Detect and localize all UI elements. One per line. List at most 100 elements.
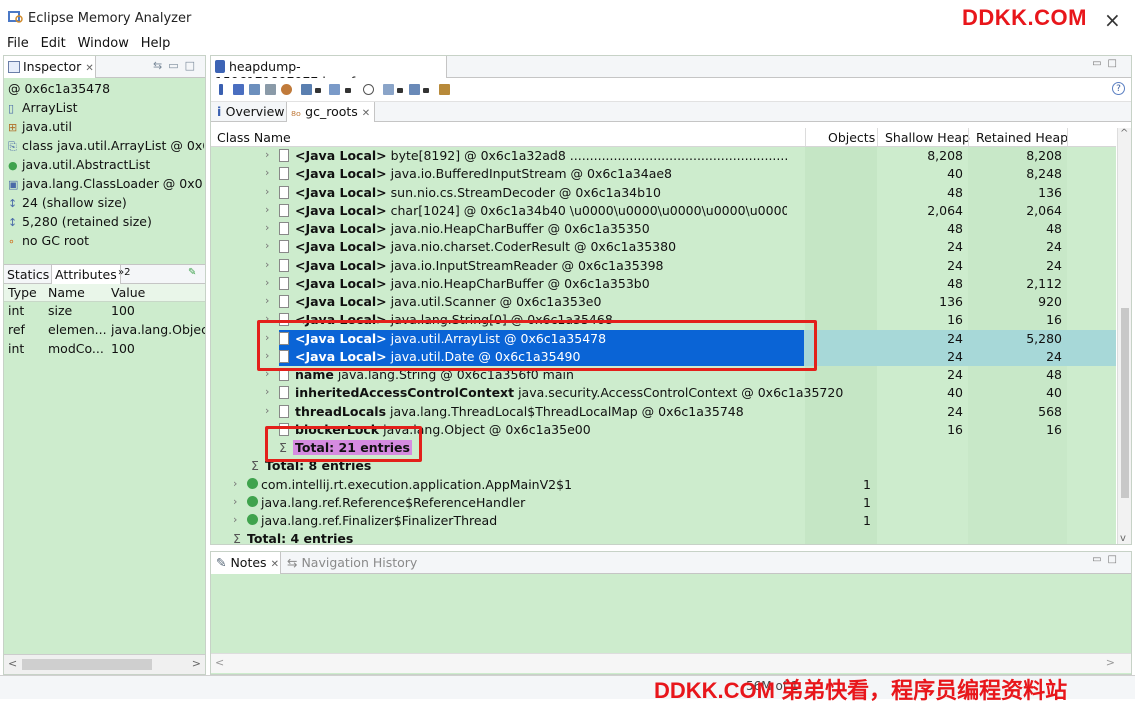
dropdown-icon[interactable]	[397, 88, 403, 93]
dominator-tree-icon[interactable]	[249, 84, 260, 95]
scroll-down-icon[interactable]: v	[1120, 533, 1126, 544]
object-icon	[279, 167, 289, 181]
notes-hscrollbar[interactable]: < >	[211, 653, 1131, 673]
classloader[interactable]: ▣ java.lang.ClassLoader @ 0x0	[8, 176, 204, 191]
tab-inspector[interactable]: Inspector ✕	[4, 56, 96, 78]
table-row[interactable]: › <Java Local> java.util.Scanner @ 0x6c1a…	[211, 293, 1116, 311]
inspector-hscrollbar[interactable]: < >	[4, 654, 205, 674]
notes-tab-label: Notes	[230, 555, 267, 570]
tab-overview[interactable]: i Overview	[213, 102, 289, 122]
close-icon[interactable]: ×	[1104, 8, 1121, 32]
table-row[interactable]: › threadLocals java.lang.ThreadLocal$Thre…	[211, 403, 1116, 421]
col-shallow-heap[interactable]: Shallow Heap	[885, 130, 970, 145]
table-row[interactable]: › <Java Local> java.nio.HeapCharBuffer @ …	[211, 220, 1116, 238]
info-icon[interactable]	[219, 84, 223, 95]
expand-chevron-icon[interactable]: ›	[233, 513, 237, 526]
expand-chevron-icon[interactable]: ›	[265, 203, 269, 216]
attribute-row[interactable]: ref elemen... java.lang.Object	[4, 322, 205, 341]
expand-chevron-icon[interactable]: ›	[265, 185, 269, 198]
table-row[interactable]: › <Java Local> char[1024] @ 0x6c1a34b40 \…	[211, 202, 1116, 220]
calculate-retained-icon[interactable]	[439, 84, 450, 95]
column-divider[interactable]	[877, 128, 878, 146]
table-row[interactable]: › inheritedAccessControlContext java.secu…	[211, 384, 1116, 402]
inspector-view-tools[interactable]: ⇆▭□	[153, 59, 201, 72]
oql-icon[interactable]	[265, 84, 276, 95]
table-row[interactable]: › java.lang.ref.Finalizer$FinalizerThread…	[211, 512, 1116, 530]
scroll-right-icon[interactable]: >	[1106, 656, 1115, 669]
table-row[interactable]: › <Java Local> java.io.BufferedInputStrea…	[211, 165, 1116, 183]
expand-chevron-icon[interactable]: ›	[265, 404, 269, 417]
attribute-row[interactable]: int size 100	[4, 303, 205, 322]
query-browser-icon[interactable]	[329, 84, 340, 95]
col-value[interactable]: Value	[111, 285, 145, 300]
col-name[interactable]: Name	[48, 285, 85, 300]
minimize-maximize-icon[interactable]: ▭□	[1092, 58, 1123, 69]
table-row[interactable]: › <Java Local> byte[8192] @ 0x6c1a32ad8 .…	[211, 147, 1116, 165]
tab-notes[interactable]: ✎ Notes ✕	[211, 552, 281, 574]
expand-chevron-icon[interactable]: ›	[265, 166, 269, 179]
expand-chevron-icon[interactable]: ›	[265, 276, 269, 289]
scroll-left-icon[interactable]: <	[215, 656, 224, 669]
column-divider[interactable]	[1067, 128, 1068, 146]
table-row[interactable]: › <Java Local> sun.nio.cs.StreamDecoder @…	[211, 184, 1116, 202]
scrollbar-thumb[interactable]	[22, 659, 152, 670]
table-row[interactable]: › <Java Local> java.nio.charset.CoderResu…	[211, 238, 1116, 256]
col-type[interactable]: Type	[8, 285, 37, 300]
run-report-icon[interactable]	[301, 84, 312, 95]
menu-file[interactable]: File	[7, 36, 29, 51]
tab-heapdump[interactable]: heapdump-1596171897977.hprof✕	[211, 56, 447, 89]
col-class-name[interactable]: Class Name	[217, 130, 291, 145]
attr-type: ref	[8, 322, 25, 337]
expand-chevron-icon[interactable]: ›	[265, 258, 269, 271]
expand-chevron-icon[interactable]: ›	[233, 495, 237, 508]
search-icon[interactable]	[363, 84, 374, 95]
group-icon[interactable]	[383, 84, 394, 95]
table-row[interactable]: › java.lang.ref.Reference$ReferenceHandle…	[211, 494, 1116, 512]
expand-chevron-icon[interactable]: ›	[265, 385, 269, 398]
expand-chevron-icon[interactable]: ›	[265, 148, 269, 161]
expand-chevron-icon[interactable]: ›	[265, 221, 269, 234]
scroll-left-icon[interactable]: <	[8, 657, 17, 670]
pin-icon[interactable]: ✎	[188, 267, 196, 278]
col-retained-heap[interactable]: Retained Heap	[976, 130, 1068, 145]
expand-chevron-icon[interactable]: ›	[265, 294, 269, 307]
close-icon[interactable]: ✕	[271, 559, 279, 570]
attribute-row[interactable]: int modCo... 100	[4, 341, 205, 360]
menu-window[interactable]: Window	[78, 36, 129, 51]
menu-help[interactable]: Help	[141, 36, 171, 51]
table-row[interactable]: › <Java Local> java.io.InputStreamReader …	[211, 257, 1116, 275]
histogram-icon[interactable]	[233, 84, 244, 95]
dropdown-icon[interactable]	[345, 88, 351, 93]
table-row[interactable]: › <Java Local> java.nio.HeapCharBuffer @ …	[211, 275, 1116, 293]
watermark-bottom: DDKK.COM 弟弟快看，程序员编程资料站	[654, 678, 1068, 703]
help-icon[interactable]: ?	[1112, 82, 1125, 95]
total-row[interactable]: Σ Total: 4 entries	[211, 530, 1116, 544]
scroll-right-icon[interactable]: >	[192, 657, 201, 670]
tab-statics[interactable]: Statics	[7, 267, 49, 282]
scroll-up-icon[interactable]: ^	[1120, 128, 1128, 139]
minimize-maximize-icon[interactable]: ▭□	[1092, 554, 1123, 565]
column-divider[interactable]	[805, 128, 806, 146]
tab-gc-roots[interactable]: ₈ₒ gc_roots ✕	[286, 102, 376, 122]
dropdown-icon[interactable]	[315, 88, 321, 93]
cell-retained: 920	[1038, 294, 1062, 309]
tab-attributes[interactable]: Attributes	[51, 265, 121, 284]
export-icon[interactable]	[409, 84, 420, 95]
table-row[interactable]: › com.intellij.rt.execution.application.A…	[211, 476, 1116, 494]
close-icon[interactable]: ✕	[85, 63, 93, 74]
thread-overview-icon[interactable]	[281, 84, 292, 95]
class-reference[interactable]: ⎘ class java.util.ArrayList @ 0x6...	[8, 138, 204, 154]
menu-edit[interactable]: Edit	[41, 36, 66, 51]
superclass[interactable]: ● java.util.AbstractList	[8, 157, 204, 172]
expand-chevron-icon[interactable]: ›	[233, 477, 237, 490]
column-divider[interactable]	[968, 128, 969, 146]
close-icon[interactable]: ✕	[362, 108, 370, 119]
col-objects[interactable]: Objects	[828, 130, 875, 145]
expand-chevron-icon[interactable]: ›	[265, 239, 269, 252]
tab-overflow[interactable]: »2	[118, 267, 130, 278]
dropdown-icon[interactable]	[423, 88, 429, 93]
tab-navigation-history[interactable]: ⇆ Navigation History	[287, 555, 417, 570]
table-vscrollbar[interactable]: ^ v	[1117, 128, 1131, 544]
scrollbar-thumb[interactable]	[1121, 308, 1129, 498]
cell-retained: 8,248	[1026, 166, 1062, 182]
